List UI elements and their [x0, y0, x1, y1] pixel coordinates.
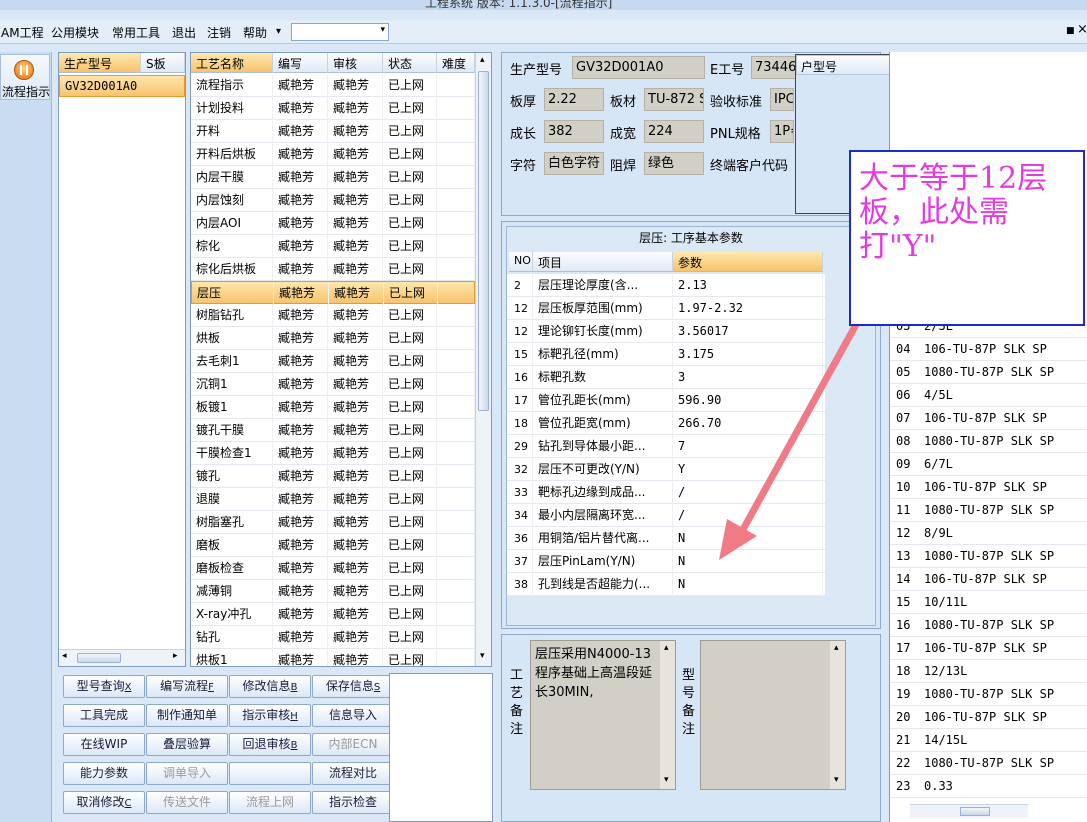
annotation-callout: 大于等于12层板，此处需打"Y"	[849, 150, 1085, 326]
annotation-arrowhead-icon	[719, 519, 757, 560]
annotation-text: 大于等于12层板，此处需打"Y"	[859, 161, 1048, 264]
annotation-arrow	[719, 268, 889, 560]
